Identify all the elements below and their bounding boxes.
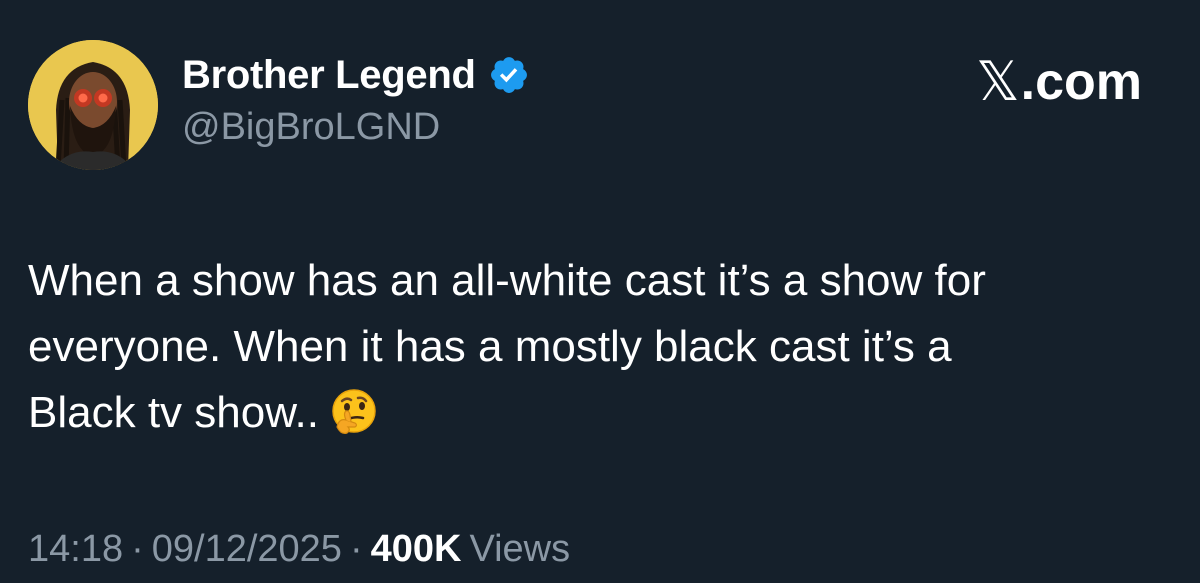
views-count: 400K xyxy=(370,528,462,570)
tweet-text-line: When a show has an all-white cast it’s a… xyxy=(28,256,986,305)
avatar[interactable] xyxy=(28,40,158,170)
tweet-meta: 14:18 · 09/12/2025 · 400K Views xyxy=(28,528,570,571)
tweet-card: Brother Legend @BigBroLGND 𝕏 .com When a… xyxy=(0,0,1200,583)
thinking-face-emoji-icon xyxy=(332,389,376,434)
tweet-time[interactable]: 14:18 xyxy=(28,528,123,570)
name-row: Brother Legend xyxy=(182,50,530,100)
meta-separator: · xyxy=(349,528,363,570)
site-label: 𝕏 .com xyxy=(976,50,1142,113)
tweet-text: When a show has an all-white cast it’s a… xyxy=(28,248,1178,446)
tweet-text-line: Black tv show.. xyxy=(28,380,1178,446)
tweet-text-line-content: Black tv show.. xyxy=(28,388,320,437)
display-name[interactable]: Brother Legend xyxy=(182,53,476,98)
views-label: Views xyxy=(469,528,571,570)
avatar-portrait-icon xyxy=(28,40,158,170)
tweet-date[interactable]: 09/12/2025 xyxy=(152,528,342,570)
x-logo-icon: 𝕏 xyxy=(976,50,1020,113)
meta-separator: · xyxy=(131,528,144,570)
user-handle[interactable]: @BigBroLGND xyxy=(182,106,440,149)
site-domain: .com xyxy=(1020,52,1142,111)
verified-badge-icon xyxy=(490,57,527,93)
tweet-text-line: everyone. When it has a mostly black cas… xyxy=(28,322,952,371)
